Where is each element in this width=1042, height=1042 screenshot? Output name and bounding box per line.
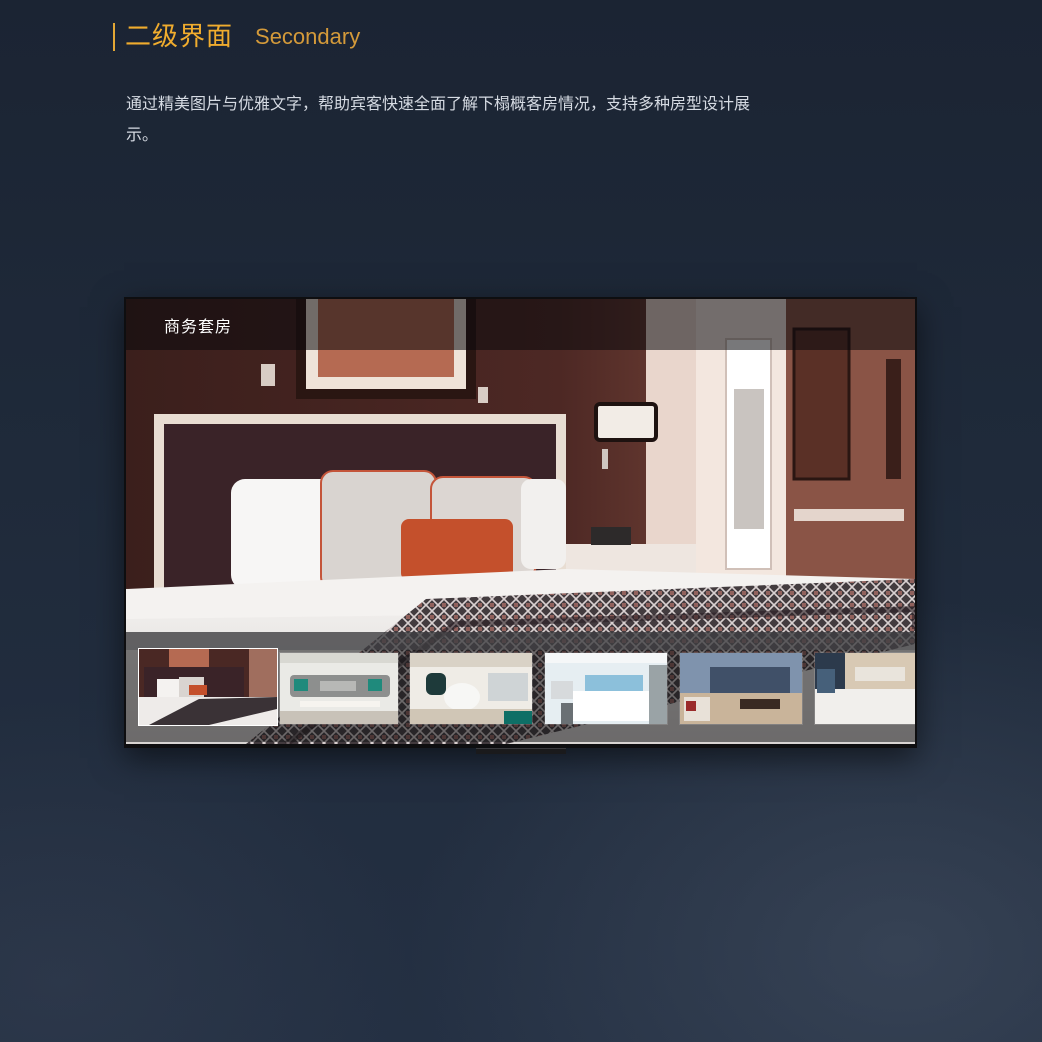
tv-stand	[476, 748, 566, 754]
thumbnail-4-image	[545, 653, 667, 724]
section-heading: 二级界面 Secondary	[113, 22, 360, 52]
thumbnail-6[interactable]	[814, 652, 915, 725]
thumbnail-2-image	[280, 653, 398, 724]
heading-subtitle: Secondary	[255, 24, 361, 49]
thumbnail-5[interactable]	[679, 652, 803, 725]
thumbnail-5-image	[680, 653, 802, 724]
thumbnail-4[interactable]	[544, 652, 668, 725]
thumbnail-1[interactable]	[138, 648, 278, 726]
section-description: 通过精美图片与优雅文字，帮助宾客快速全面了解下榻概客房情况，支持多种房型设计展示…	[126, 94, 751, 144]
thumbnail-3-image	[410, 653, 532, 724]
tv-frame: 商务套房	[124, 297, 917, 748]
thumbnail-3[interactable]	[409, 652, 533, 725]
heading-title: 二级界面	[125, 22, 234, 52]
thumbnail-1-image	[139, 649, 277, 725]
thumbnail-2[interactable]	[279, 652, 399, 725]
heading-accent-bar	[113, 23, 115, 51]
room-title-bar	[126, 299, 915, 350]
thumbnail-6-image	[815, 653, 915, 724]
tv-screen: 商务套房	[126, 299, 915, 744]
room-title: 商务套房	[164, 317, 233, 336]
thumbnail-strip	[126, 632, 915, 742]
